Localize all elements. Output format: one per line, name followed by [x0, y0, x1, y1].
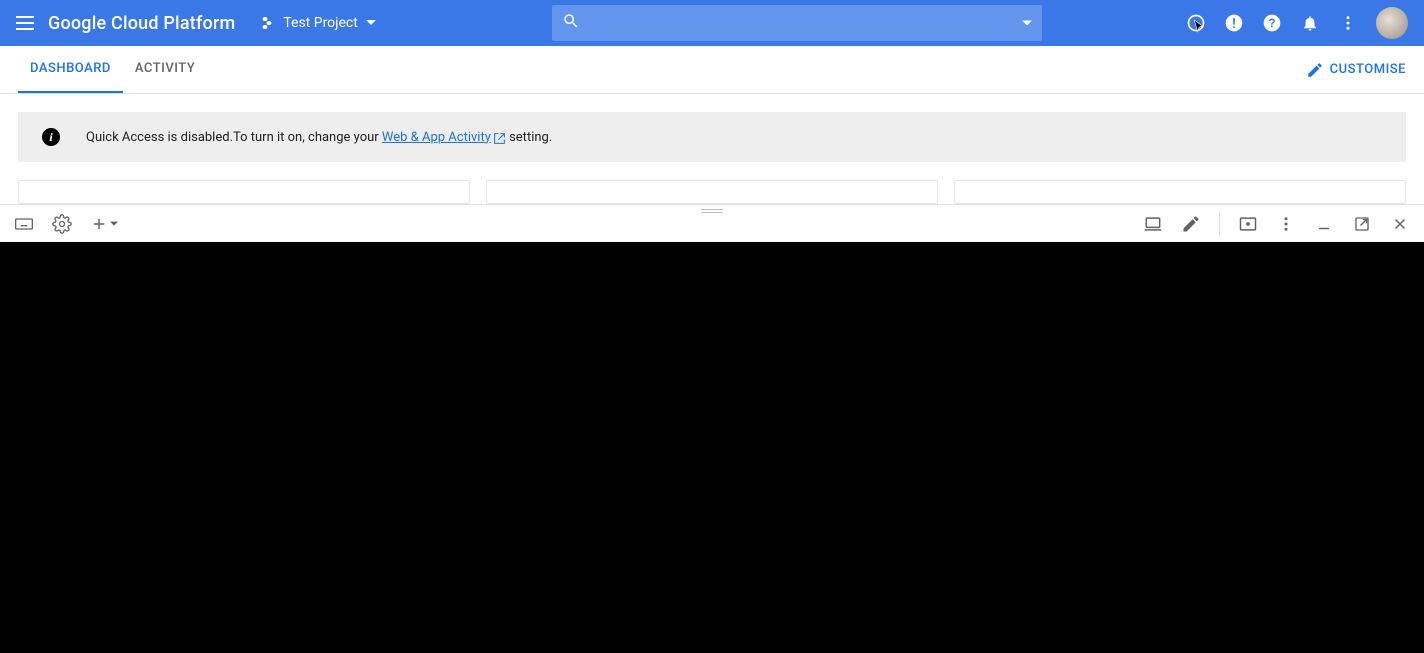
- cloud-shell-activator-icon[interactable]: [1186, 13, 1206, 33]
- web-app-activity-link[interactable]: Web & App Activity: [382, 130, 506, 145]
- project-name: Test Project: [283, 15, 357, 31]
- help-icon[interactable]: ?: [1262, 13, 1282, 33]
- close-icon[interactable]: [1390, 214, 1410, 234]
- cloud-shell-terminal[interactable]: [0, 242, 1424, 653]
- account-avatar[interactable]: [1376, 7, 1408, 39]
- dashboard-cards: [18, 180, 1406, 204]
- banner-prefix: Quick Access is disabled.To turn it on, …: [86, 130, 382, 145]
- alert-icon[interactable]: [1224, 13, 1244, 33]
- product-logo[interactable]: Google Cloud Platform: [48, 13, 235, 34]
- caret-down-icon: [366, 18, 376, 28]
- tab-activity[interactable]: ACTIVITY: [123, 46, 207, 93]
- notifications-icon[interactable]: [1300, 13, 1320, 33]
- card[interactable]: [954, 180, 1406, 204]
- customise-label: CUSTOMISE: [1330, 62, 1406, 77]
- banner-message: Quick Access is disabled.To turn it on, …: [86, 130, 552, 145]
- hamburger-menu-icon[interactable]: [16, 11, 40, 35]
- edit-pencil-icon[interactable]: [1181, 214, 1201, 234]
- keyboard-icon[interactable]: [14, 214, 34, 234]
- project-picker[interactable]: Test Project: [253, 11, 381, 35]
- laptop-icon[interactable]: [1143, 214, 1163, 234]
- external-link-icon: [493, 132, 506, 145]
- new-tab-plus-icon[interactable]: [90, 214, 118, 234]
- customise-button[interactable]: CUSTOMISE: [1306, 46, 1406, 93]
- separator: [1219, 213, 1220, 235]
- top-header: Google Cloud Platform Test Project: [0, 0, 1424, 46]
- card[interactable]: [18, 180, 470, 204]
- search-icon: [562, 12, 580, 34]
- pencil-icon: [1306, 61, 1324, 79]
- open-new-window-icon[interactable]: [1352, 214, 1372, 234]
- more-vert-icon[interactable]: [1338, 13, 1358, 33]
- tab-dashboard[interactable]: DASHBOARD: [18, 46, 123, 93]
- search-dropdown-icon[interactable]: [1022, 14, 1032, 33]
- tab-bar: DASHBOARD ACTIVITY CUSTOMISE: [0, 46, 1424, 94]
- card[interactable]: [486, 180, 938, 204]
- svg-text:?: ?: [1268, 17, 1275, 30]
- minimize-icon[interactable]: [1314, 214, 1334, 234]
- info-banner: i Quick Access is disabled.To turn it on…: [18, 112, 1406, 162]
- web-preview-icon[interactable]: [1238, 214, 1258, 234]
- caret-down-icon: [110, 220, 118, 228]
- search-input[interactable]: [588, 15, 1032, 31]
- drag-handle[interactable]: [701, 209, 723, 213]
- dashboard-content: i Quick Access is disabled.To turn it on…: [0, 94, 1424, 204]
- search-bar[interactable]: [552, 5, 1042, 41]
- info-icon: i: [42, 128, 60, 146]
- cloud-shell-toolbar: [0, 204, 1424, 242]
- project-hex-icon: [259, 15, 275, 31]
- banner-suffix: setting.: [506, 130, 552, 145]
- more-vert-icon[interactable]: [1276, 214, 1296, 234]
- settings-gear-icon[interactable]: [52, 214, 72, 234]
